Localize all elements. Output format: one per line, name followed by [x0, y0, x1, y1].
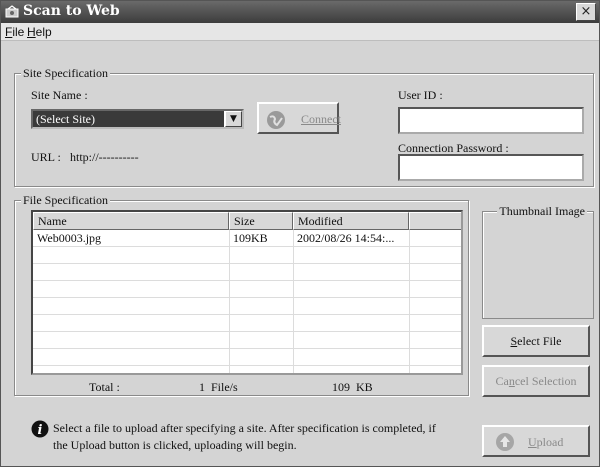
- table-row: [33, 247, 461, 264]
- total-unit: File/s: [211, 380, 238, 394]
- menu-file-label: ile: [12, 25, 25, 39]
- menu-help-accel: H: [27, 25, 36, 39]
- total-size: 109 KB: [332, 380, 373, 394]
- column-modified[interactable]: Modified: [293, 212, 409, 230]
- upload-button[interactable]: Upload: [482, 425, 590, 457]
- table-row[interactable]: Web0003.jpg 109KB 2002/08/26 14:54:...: [33, 230, 461, 247]
- select-file-label: elect File: [517, 334, 562, 348]
- app-icon: [5, 5, 21, 19]
- scan-to-web-window: Scan to Web × File Help Site Specificati…: [0, 0, 600, 467]
- site-name-value: (Select Site): [33, 111, 224, 127]
- menu-help-label: elp: [35, 25, 52, 39]
- table-row: [33, 298, 461, 315]
- select-file-button[interactable]: Select File: [482, 325, 590, 357]
- table-row: [33, 264, 461, 281]
- file-modified-cell: 2002/08/26 14:54:...: [297, 231, 395, 245]
- column-extra[interactable]: [409, 212, 461, 230]
- connection-password-field[interactable]: [398, 154, 584, 181]
- globe-icon: [265, 109, 287, 135]
- url-value: http://----------: [70, 150, 139, 164]
- table-row: [33, 315, 461, 332]
- chevron-down-icon[interactable]: ▼: [225, 111, 242, 127]
- user-id-label: User ID :: [398, 88, 443, 102]
- upload-label-wrap: Upload: [528, 435, 563, 450]
- connect-button[interactable]: Connect: [257, 102, 341, 135]
- file-list[interactable]: Name Size Modified Web0003.jpg 109KB 200…: [31, 210, 463, 375]
- site-specification-title: Site Specification: [21, 66, 110, 81]
- close-icon: ×: [580, 4, 592, 19]
- site-name-label: Site Name :: [31, 88, 88, 102]
- upload-accel: U: [528, 435, 537, 449]
- upload-label: pload: [536, 435, 564, 449]
- user-id-field[interactable]: [398, 107, 584, 134]
- total-count: 1: [199, 380, 205, 394]
- info-icon: i: [31, 420, 49, 442]
- table-row: [33, 332, 461, 349]
- column-size[interactable]: Size: [229, 212, 293, 230]
- window-title: Scan to Web: [23, 3, 120, 19]
- file-specification-title: File Specification: [21, 193, 110, 208]
- connect-label: Connect: [301, 112, 341, 126]
- cancel-selection-button[interactable]: Cancel Selection: [482, 365, 590, 397]
- close-button[interactable]: ×: [576, 3, 596, 21]
- thumbnail-image-group: Thumbnail Image: [482, 204, 594, 319]
- site-name-select[interactable]: (Select Site) ▼: [31, 109, 244, 129]
- column-name[interactable]: Name: [33, 212, 229, 230]
- table-row: [33, 281, 461, 298]
- cancel-selection-pre: Ca: [495, 374, 509, 388]
- thumbnail-image-title: Thumbnail Image: [497, 204, 587, 219]
- svg-text:i: i: [38, 423, 43, 438]
- menu-help[interactable]: Help: [27, 25, 52, 39]
- file-name-cell: Web0003.jpg: [37, 231, 102, 245]
- info-message: Select a file to upload after specifying…: [53, 421, 436, 452]
- total-label: Total :: [89, 380, 120, 394]
- cancel-selection-label: cel Selection: [514, 374, 577, 388]
- menu-bar: File Help: [1, 23, 599, 41]
- file-list-header: Name Size Modified: [33, 212, 461, 230]
- url-label: URL :: [31, 150, 61, 164]
- title-bar[interactable]: Scan to Web ×: [1, 1, 599, 23]
- table-row: [33, 349, 461, 366]
- file-size-cell: 109KB: [233, 231, 268, 245]
- upload-icon: [494, 431, 516, 457]
- menu-file[interactable]: File: [5, 25, 24, 39]
